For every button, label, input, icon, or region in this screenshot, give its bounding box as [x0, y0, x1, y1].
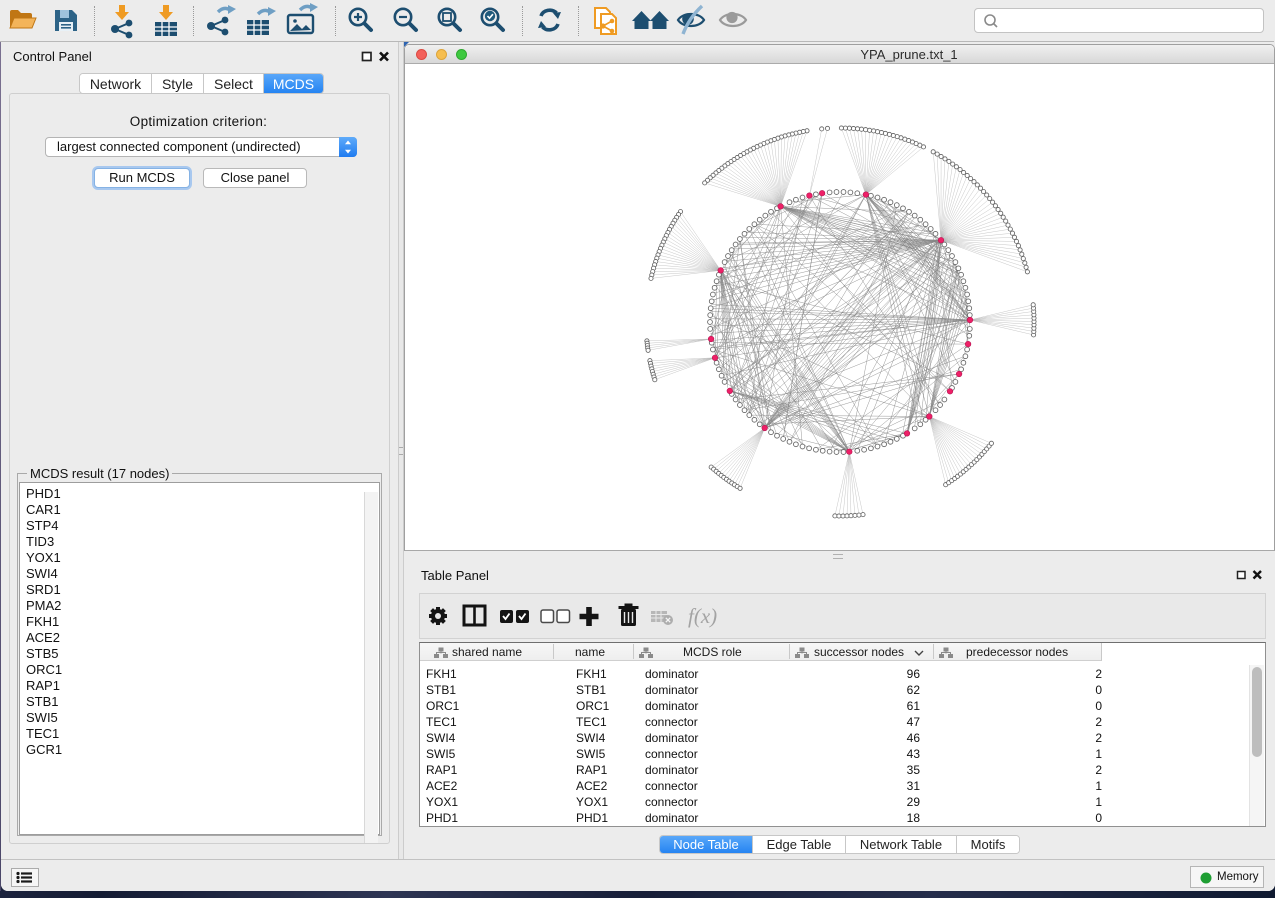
svg-text:f(x): f(x): [688, 604, 717, 628]
